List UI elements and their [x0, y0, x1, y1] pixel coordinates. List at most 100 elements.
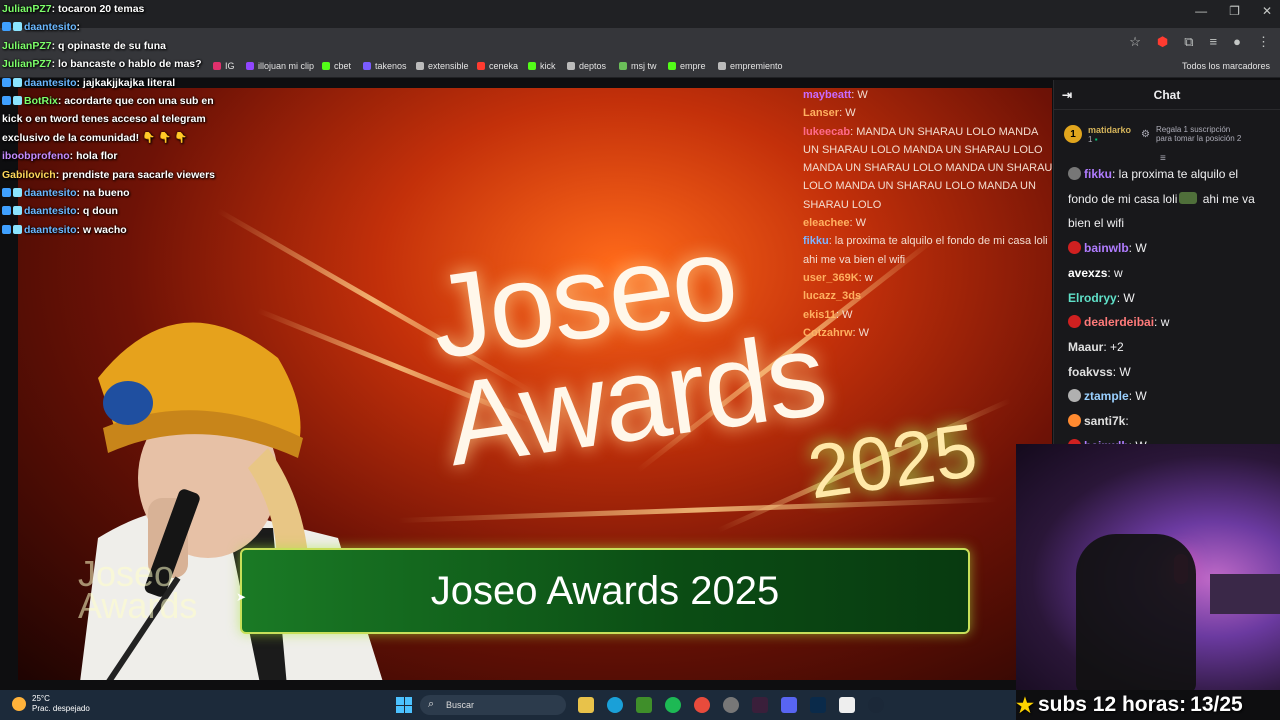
collapse-chat-icon[interactable]: ⇥: [1062, 88, 1072, 102]
search-icon: ⌕: [428, 698, 435, 710]
badge-icon: [13, 96, 22, 106]
overlay-chat-message: iboobprofeno: hola flor: [2, 147, 217, 165]
discord-icon[interactable]: [781, 697, 797, 713]
gift-user: matidarko: [1088, 124, 1132, 135]
spotify-icon[interactable]: [665, 697, 681, 713]
weather-widget[interactable]: 25°C Prac. despejado: [12, 694, 90, 714]
platform-icon: [2, 77, 11, 87]
file-explorer-icon[interactable]: [578, 697, 594, 713]
all-bookmarks-link[interactable]: Todos los marcadores: [1182, 61, 1270, 71]
video-chat-message: user_369K: w: [803, 269, 1053, 287]
chat-text: : w: [1154, 315, 1170, 330]
extension-icon[interactable]: ⬢: [1157, 34, 1168, 50]
puzzle-icon[interactable]: ⧉: [1184, 34, 1193, 50]
chrome-icon[interactable]: [694, 697, 710, 713]
video-chat-user: user_369K: [803, 271, 859, 284]
overlay-chat-user: JulianPZ7: [2, 58, 52, 71]
bookmark-9[interactable]: empre: [668, 61, 706, 71]
mouse-cursor-icon: ➤: [236, 590, 247, 604]
chat-message: ztample: W: [1068, 384, 1266, 409]
overlay-chat-text: : q doun: [76, 205, 118, 218]
chat-text: : W: [1128, 389, 1147, 404]
overlay-chat-text: : q opinaste de su funa: [51, 39, 166, 52]
chat-text: : W: [1116, 290, 1135, 305]
show-logo: Joseo Awards: [423, 211, 832, 491]
steam-icon[interactable]: [868, 697, 884, 713]
star-icon[interactable]: ☆: [1129, 34, 1141, 50]
chat-username[interactable]: santi7k: [1084, 414, 1125, 428]
weather-icon: [12, 697, 26, 711]
video-chat-user: lukeecab: [803, 125, 851, 138]
bookmark-7[interactable]: deptos: [567, 61, 606, 71]
menu-icon[interactable]: ≡: [1210, 34, 1218, 50]
bookmark-label: empremiento: [730, 61, 783, 71]
app-icon[interactable]: [723, 697, 739, 713]
overlay-chat-user: daantesito: [24, 223, 77, 236]
overlay-chat-user: BotRix: [24, 95, 58, 108]
chat-username[interactable]: Maaur: [1068, 340, 1103, 354]
chat-username[interactable]: Elrodryy: [1068, 291, 1117, 305]
bookmark-icon: [528, 62, 536, 70]
video-chat-user: ekis11: [803, 308, 837, 321]
video-chat-message: fikku: la proxima te alquilo el fondo de…: [803, 232, 1053, 269]
chat-username[interactable]: fikku: [1084, 167, 1112, 181]
taskbar-search[interactable]: ⌕ Buscar: [420, 695, 566, 715]
gift-badge-icon: ▪: [1094, 134, 1098, 144]
video-chat-user: Cotzahrw: [803, 326, 853, 339]
photoshop-icon[interactable]: [810, 697, 826, 713]
gift-count: 1: [1088, 134, 1093, 144]
bookmark-3[interactable]: takenos: [363, 61, 407, 71]
bookmark-label: takenos: [375, 61, 407, 71]
edge-icon[interactable]: [607, 697, 623, 713]
overlay-chat-text: :: [76, 21, 81, 34]
badge-icon: [13, 224, 22, 234]
chat-message: Maaur: +2: [1068, 335, 1266, 360]
badge-icon: [13, 188, 22, 198]
lower-third-banner: Joseo Awards 2025: [240, 548, 970, 634]
weather-temp: 25°C: [32, 694, 50, 703]
bookmark-1[interactable]: illojuan mi clip: [246, 61, 314, 71]
video-chat-text: : W: [849, 217, 866, 230]
close-icon[interactable]: ✕: [1262, 4, 1272, 18]
bookmark-icon: [619, 62, 627, 70]
chat-text: : w: [1107, 265, 1123, 280]
expand-icon[interactable]: ≡: [1160, 153, 1166, 164]
chat-username[interactable]: bainwlb: [1084, 241, 1129, 255]
windows-start-icon[interactable]: [396, 697, 412, 713]
restore-icon[interactable]: ❐: [1229, 4, 1240, 18]
overlay-chat-text: : tocaron 20 temas: [51, 3, 145, 15]
bookmark-10[interactable]: empremiento: [718, 61, 783, 71]
bookmark-4[interactable]: extensible: [416, 61, 469, 71]
gift-leaderboard[interactable]: 1 matidarko 1 ▪ ⚙ Regala 1 suscripción p…: [1054, 110, 1280, 164]
minimize-icon[interactable]: —: [1195, 4, 1207, 18]
bookmark-icon: [718, 62, 726, 70]
bookmark-label: kick: [540, 61, 556, 71]
obs-icon[interactable]: [752, 697, 768, 713]
chat-username[interactable]: avexzs: [1068, 266, 1107, 280]
overlay-chat-text: : jajkakjjkajka literal: [76, 76, 176, 89]
badge-icon: [13, 206, 22, 216]
chat-username[interactable]: dealerdeibai: [1084, 315, 1154, 329]
chat-username[interactable]: ztample: [1084, 389, 1129, 403]
chat-username[interactable]: foakvss: [1068, 365, 1113, 379]
avatar[interactable]: ●: [1233, 34, 1241, 50]
bookmark-5[interactable]: ceneka: [477, 61, 518, 71]
overlay-chat-message: JulianPZ7: tocaron 20 temas: [2, 0, 217, 18]
chat-message: fikku: la proxima te alquilo el fondo de…: [1068, 162, 1266, 236]
overlay-chat-text: : hola flor: [69, 150, 118, 163]
minecraft-icon[interactable]: [636, 697, 652, 713]
bookmark-icon: [322, 62, 330, 70]
taskbar: 25°C Prac. despejado ⌕ Buscar: [0, 690, 1016, 720]
bookmark-6[interactable]: kick: [528, 61, 556, 71]
more-icon[interactable]: ⋮: [1257, 34, 1270, 50]
bookmark-8[interactable]: msj tw: [619, 61, 657, 71]
overlay-chat-user: JulianPZ7: [2, 39, 52, 52]
overlay-chat-user: daantesito: [24, 187, 77, 200]
overlay-chat-user: daantesito: [24, 205, 77, 218]
bookmark-label: cbet: [334, 61, 352, 71]
bookmark-2[interactable]: cbet: [322, 61, 351, 71]
chat-message: bainwlb: W: [1068, 236, 1266, 261]
lower-third-title: Joseo Awards 2025: [430, 568, 780, 613]
capcut-icon[interactable]: [839, 697, 855, 713]
bookmark-label: extensible: [428, 61, 469, 71]
